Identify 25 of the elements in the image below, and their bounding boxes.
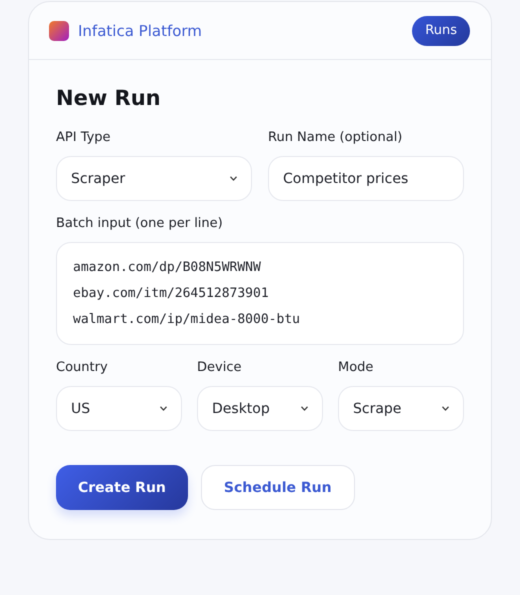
field-label: Device: [197, 359, 242, 377]
logo-icon: [49, 20, 69, 40]
field-label: Country: [56, 359, 109, 377]
text-area[interactable]: amazon.com/dp/B08N5WRWNW ebay.com/itm/264512873901 walmart.com/ip/midea-8000-btu: [56, 242, 464, 345]
runs-button[interactable]: Runs: [412, 16, 470, 46]
brand-name: Infatica Platform: [78, 22, 202, 40]
field-label: Mode: [338, 359, 374, 377]
input-field[interactable]: Competitor prices: [268, 156, 464, 201]
chevron-down-icon: [160, 406, 167, 411]
field-label: Batch input (one per line): [56, 215, 224, 233]
field-label: API Type: [56, 129, 112, 147]
chevron-down-icon: [301, 406, 308, 411]
input-line: ebay.com/itm/264512873901: [73, 284, 269, 302]
chevron-down-icon: [442, 406, 449, 411]
chevron-down-icon: [230, 176, 237, 181]
input-line: walmart.com/ip/midea-8000-btu: [73, 310, 300, 328]
dropdown[interactable]: US: [56, 386, 182, 431]
create-button[interactable]: Create Run: [56, 465, 188, 510]
dropdown[interactable]: Scraper: [56, 156, 252, 201]
field-label: Run Name (optional): [268, 129, 404, 147]
dropdown[interactable]: Scrape: [338, 386, 464, 431]
dropdown[interactable]: Desktop: [197, 386, 323, 431]
schedule-button[interactable]: Schedule Run: [200, 465, 355, 510]
page-title: New Run: [56, 85, 162, 112]
input-line: amazon.com/dp/B08N5WRWNW: [73, 258, 261, 276]
